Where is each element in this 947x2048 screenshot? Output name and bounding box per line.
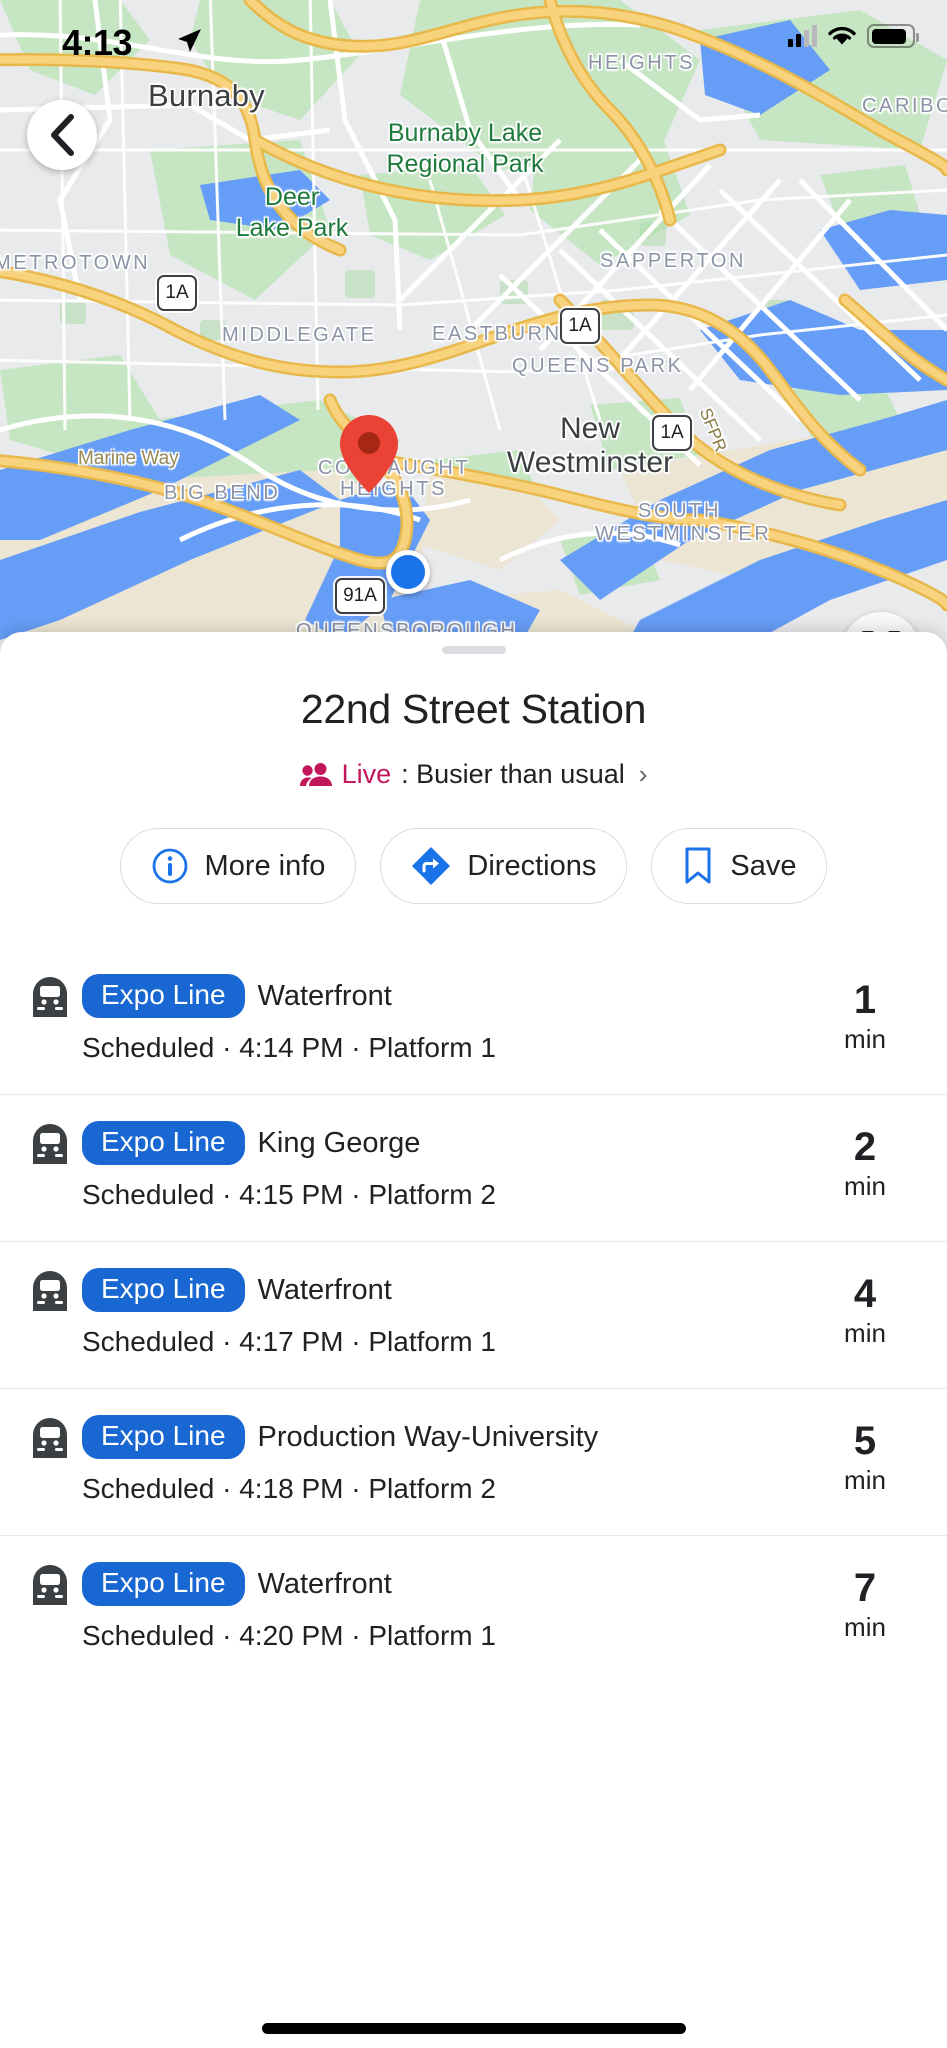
pin-graphic [340,415,398,493]
departure-eta: 2 min [815,1121,915,1203]
departure-headsign: Waterfront [257,1273,392,1306]
departure-row[interactable]: Expo Line Waterfront Scheduled · 4:20 PM… [0,1535,947,1682]
departure-eta: 7 min [815,1562,915,1644]
place-details-sheet: 22nd Street Station Live : Busier than us… [0,632,947,2048]
departure-header: Expo Line King George [82,1121,815,1165]
highway-shield: 1A [652,415,692,451]
directions-button[interactable]: Directions [380,828,628,904]
departure-row[interactable]: Expo Line Waterfront Scheduled · 4:17 PM… [0,1241,947,1388]
live-status-text: : Busier than usual [401,759,625,789]
departure-row[interactable]: Expo Line Production Way-University Sche… [0,1388,947,1535]
live-label: Live [341,759,392,789]
subway-icon [33,977,67,1017]
departure-main: Expo Line King George Scheduled · 4:15 P… [82,1121,815,1211]
eta-unit: min [844,1318,886,1348]
map-canvas[interactable]: Burnaby New Westminster Burnaby Lake Reg… [0,0,947,700]
save-label: Save [730,849,797,882]
eta-unit: min [844,1024,886,1054]
subway-icon [33,1418,67,1458]
departure-main: Expo Line Waterfront Scheduled · 4:17 PM… [82,1268,815,1358]
subway-icon [33,1124,67,1164]
departure-detail: Scheduled · 4:17 PM · Platform 1 [82,1326,496,1357]
highway-shield: 1A [157,275,197,311]
departure-detail: Scheduled · 4:15 PM · Platform 2 [82,1179,496,1210]
directions-label: Directions [467,849,597,882]
highway-shield: 1A [560,308,600,344]
departure-headsign: Production Way-University [257,1420,599,1453]
shield-label: 91A [343,585,377,606]
eta-value: 5 [853,1419,877,1463]
departure-main: Expo Line Waterfront Scheduled · 4:20 PM… [82,1562,815,1652]
line-badge: Expo Line [82,1268,245,1312]
departure-headsign: Waterfront [257,1567,392,1600]
departure-detail: Scheduled · 4:18 PM · Platform 2 [82,1473,496,1504]
eta-value: 4 [853,1272,877,1316]
sheet-drag-handle[interactable] [441,646,506,654]
back-button[interactable] [27,100,97,170]
departure-detail: Scheduled · 4:20 PM · Platform 1 [82,1620,496,1651]
eta-value: 1 [853,978,877,1022]
eta-value: 7 [853,1566,877,1610]
departure-header: Expo Line Waterfront [82,1268,815,1312]
home-indicator [261,2023,686,2034]
people-icon [299,762,332,786]
info-circle-icon [152,848,187,884]
subway-icon [33,1565,67,1605]
departure-row[interactable]: Expo Line Waterfront Scheduled · 4:14 PM… [0,948,947,1094]
line-badge: Expo Line [82,1121,245,1165]
line-badge: Expo Line [82,1415,245,1459]
departure-header: Expo Line Production Way-University [82,1415,815,1459]
departure-eta: 1 min [815,974,915,1056]
departure-main: Expo Line Production Way-University Sche… [82,1415,815,1505]
live-busyness-row[interactable]: Live : Busier than usual › [0,759,947,790]
departure-detail: Scheduled · 4:14 PM · Platform 1 [82,1032,496,1063]
line-badge: Expo Line [82,1562,245,1606]
eta-unit: min [844,1171,886,1201]
more-info-label: More info [204,849,326,882]
subway-icon [33,1271,67,1311]
eta-unit: min [844,1465,886,1495]
more-info-button[interactable]: More info [119,828,357,904]
highway-shield: 91A [335,578,385,614]
chevron-left-icon [51,114,74,156]
bookmark-icon [685,847,711,884]
blue-location-dot [386,550,430,594]
shield-label: 1A [568,315,592,336]
chevron-right-icon: › [638,759,648,789]
page-title: 22nd Street Station [300,686,647,732]
departure-eta: 5 min [815,1415,915,1497]
directions-diamond-icon [412,847,451,885]
eta-value: 2 [853,1125,877,1169]
departure-header: Expo Line Waterfront [82,974,815,1018]
departure-headsign: King George [257,1126,421,1159]
shield-label: 1A [660,422,684,443]
departure-row[interactable]: Expo Line King George Scheduled · 4:15 P… [0,1094,947,1241]
save-button[interactable]: Save [651,828,828,904]
map-graphics [0,0,947,700]
departures-list: Expo Line Waterfront Scheduled · 4:14 PM… [0,948,947,1682]
app-root: Burnaby New Westminster Burnaby Lake Reg… [0,0,947,2048]
departure-eta: 4 min [815,1268,915,1350]
map-pin-icon[interactable] [340,415,398,498]
line-badge: Expo Line [82,974,245,1018]
action-button-row: More info Directions Save [0,828,947,904]
departure-headsign: Waterfront [257,979,392,1012]
shield-label: 1A [165,282,189,303]
departure-header: Expo Line Waterfront [82,1562,815,1606]
departure-main: Expo Line Waterfront Scheduled · 4:14 PM… [82,974,815,1064]
eta-unit: min [844,1612,886,1642]
